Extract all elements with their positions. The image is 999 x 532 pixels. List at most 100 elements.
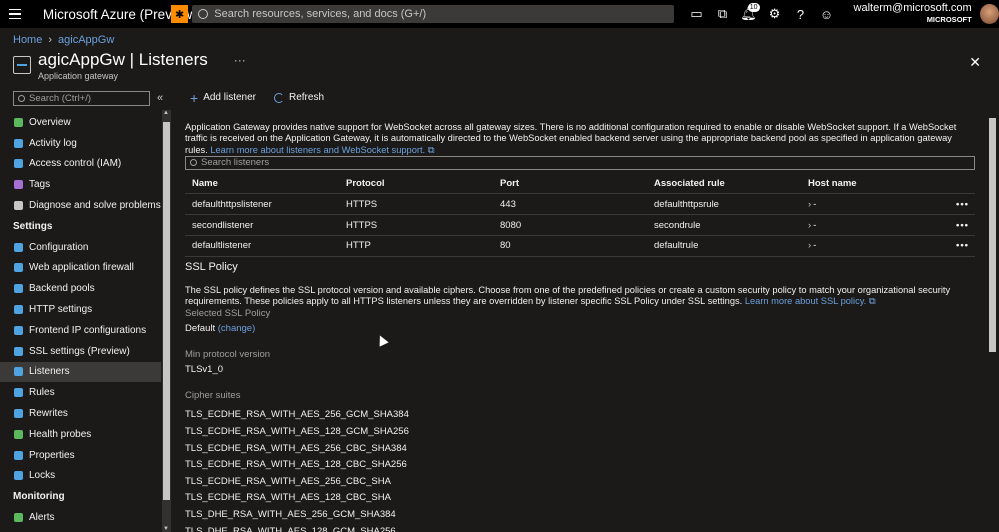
column-header-protocol[interactable]: Protocol: [339, 173, 493, 195]
sidebar-item-locks[interactable]: Locks: [0, 466, 161, 487]
directory-filter-icon[interactable]: ⧉: [710, 0, 736, 28]
menu-item-icon: [14, 159, 23, 169]
add-listener-button[interactable]: + Add listener: [190, 91, 256, 105]
sidebar-item-alerts[interactable]: Alerts: [0, 507, 161, 528]
portal-brand[interactable]: Microsoft Azure (Preview): [43, 7, 197, 22]
cipher-suite-item: TLS_DHE_RSA_WITH_AES_256_GCM_SHA384: [185, 508, 396, 520]
sidebar-item-listeners[interactable]: Listeners: [0, 361, 161, 383]
chevron-right-icon[interactable]: ›: [808, 199, 811, 210]
listener-port: 80: [493, 235, 647, 257]
menu-item-icon: [14, 242, 23, 252]
ssl-learn-more-link[interactable]: Learn more about SSL policy.: [745, 296, 866, 306]
listener-protocol: HTTP: [339, 235, 493, 257]
row-actions-icon[interactable]: •••: [921, 214, 975, 236]
listener-host-name[interactable]: › -: [801, 193, 921, 216]
scroll-up-icon[interactable]: ▲: [163, 110, 169, 116]
listener-host-name[interactable]: › -: [801, 235, 921, 257]
listener-rule: secondrule: [647, 214, 801, 236]
notification-count-badge: 10: [747, 3, 760, 12]
cloud-shell-icon[interactable]: ▭: [684, 0, 710, 28]
sidebar-item-label: Locks: [29, 470, 56, 482]
listener-search-input[interactable]: Search listeners: [185, 155, 975, 170]
chevron-right-icon[interactable]: ›: [808, 220, 811, 231]
sidebar-item-label: HTTP settings: [29, 304, 93, 316]
menu-item-icon: [14, 305, 23, 315]
menu-item-icon: [14, 346, 23, 356]
content-scrollbar[interactable]: [988, 108, 997, 532]
menu-list: Overview Activity log Access control (IAM)…: [0, 112, 161, 528]
sidebar-item-rewrites[interactable]: Rewrites: [0, 403, 161, 424]
sidebar-item-http-settings[interactable]: HTTP settings: [0, 299, 161, 320]
sidebar-item-frontend-ip-configurations[interactable]: Frontend IP configurations: [0, 320, 161, 341]
menu-scrollbar[interactable]: ▲ ▼: [162, 110, 171, 532]
sidebar-item-web-application-firewall[interactable]: Web application firewall: [0, 258, 161, 279]
sidebar-item-label: Activity log: [29, 137, 77, 149]
add-listener-label: Add listener: [203, 92, 256, 103]
content-scrollbar-thumb[interactable]: [989, 118, 996, 352]
table-row[interactable]: secondlistener HTTPS 8080 secondrule › - •••: [185, 214, 975, 236]
sidebar-item-tags[interactable]: Tags: [0, 174, 161, 195]
refresh-icon: [274, 92, 284, 103]
cipher-suite-item: TLS_ECDHE_RSA_WITH_AES_256_CBC_SHA384: [185, 442, 407, 454]
cipher-suite-item: TLS_ECDHE_RSA_WITH_AES_128_GCM_SHA256: [185, 425, 409, 437]
column-header-host-name[interactable]: Host name: [801, 173, 921, 195]
listener-port: 443: [493, 193, 647, 216]
sidebar-item-label: Properties: [29, 449, 75, 461]
cipher-suite-item: TLS_ECDHE_RSA_WITH_AES_128_CBC_SHA: [185, 492, 391, 504]
feedback-icon[interactable]: ☺: [814, 0, 840, 28]
row-actions-icon[interactable]: •••: [921, 235, 975, 257]
collapse-menu-icon[interactable]: «: [157, 92, 163, 104]
menu-item-icon: [14, 409, 23, 419]
sidebar-item-label: Backend pools: [29, 283, 95, 295]
settings-icon[interactable]: ⚙: [762, 0, 788, 28]
table-row[interactable]: defaultlistener HTTP 80 defaultrule › - •••: [185, 235, 975, 257]
sidebar-item-ssl-settings-preview[interactable]: SSL settings (Preview): [0, 341, 161, 362]
breadcrumb-home[interactable]: Home: [13, 34, 42, 46]
monitoring-section-header: Monitoring: [13, 491, 65, 503]
sidebar-item-backend-pools[interactable]: Backend pools: [0, 278, 161, 299]
menu-item-icon: [14, 284, 23, 294]
account-menu[interactable]: walterm@microsoft.com MICROSOFT: [854, 3, 972, 25]
cipher-suite-item: TLS_DHE_RSA_WITH_AES_128_GCM_SHA256: [185, 525, 396, 532]
sidebar-item-properties[interactable]: Properties: [0, 445, 161, 466]
menu-icon[interactable]: [0, 0, 31, 28]
min-protocol-label: Min protocol version: [185, 349, 271, 361]
sidebar-item-access-control-iam[interactable]: Access control (IAM): [0, 154, 161, 175]
column-header-port[interactable]: Port: [493, 173, 647, 195]
sidebar-item-activity-log[interactable]: Activity log: [0, 133, 161, 154]
sidebar-item-configuration[interactable]: Configuration: [0, 237, 161, 258]
listener-host-name[interactable]: › -: [801, 214, 921, 236]
help-icon[interactable]: ?: [788, 0, 814, 28]
sidebar-item-health-probes[interactable]: Health probes: [0, 424, 161, 445]
menu-search-input[interactable]: Search (Ctrl+/): [13, 91, 150, 106]
chevron-right-icon[interactable]: ›: [808, 240, 811, 251]
close-icon[interactable]: ✕: [969, 54, 981, 71]
row-actions-icon[interactable]: •••: [921, 193, 975, 216]
listener-name[interactable]: secondlistener: [185, 214, 339, 236]
listener-port: 8080: [493, 214, 647, 236]
global-search-input[interactable]: Search resources, services, and docs (G+…: [192, 5, 674, 23]
refresh-button[interactable]: Refresh: [274, 92, 324, 103]
main-content: Application Gateway provides native supp…: [185, 122, 985, 532]
column-header-name[interactable]: Name: [185, 173, 339, 195]
more-options-icon[interactable]: ···: [234, 53, 246, 67]
ssl-policy-description: The SSL policy defines the SSL protocol …: [185, 285, 975, 308]
change-ssl-policy-link[interactable]: (change): [218, 323, 256, 334]
websocket-info: Application Gateway provides native supp…: [185, 122, 975, 156]
column-header-associated-rule[interactable]: Associated rule: [647, 173, 801, 195]
listener-name[interactable]: defaultlistener: [185, 235, 339, 257]
menu-item-icon: [14, 513, 23, 523]
notifications-icon[interactable]: 🔔︎ 10: [736, 0, 762, 28]
sidebar-item-rules[interactable]: Rules: [0, 382, 161, 403]
preview-bug-icon[interactable]: ✱: [170, 5, 189, 23]
scroll-down-icon[interactable]: ▼: [163, 526, 169, 532]
websocket-learn-more-link[interactable]: Learn more about listeners and WebSocket…: [210, 145, 425, 155]
breadcrumb-resource[interactable]: agicAppGw: [58, 34, 114, 46]
table-row[interactable]: defaulthttpslistener HTTPS 443 defaulthttps…: [185, 193, 975, 216]
menu-scrollbar-thumb[interactable]: [163, 122, 170, 500]
listener-name[interactable]: defaulthttpslistener: [185, 193, 339, 216]
sidebar-item-diagnose-and-solve-problems[interactable]: Diagnose and solve problems: [0, 195, 161, 216]
sidebar-item-overview[interactable]: Overview: [0, 112, 161, 133]
menu-item-icon: [14, 325, 23, 335]
avatar[interactable]: [979, 4, 999, 24]
